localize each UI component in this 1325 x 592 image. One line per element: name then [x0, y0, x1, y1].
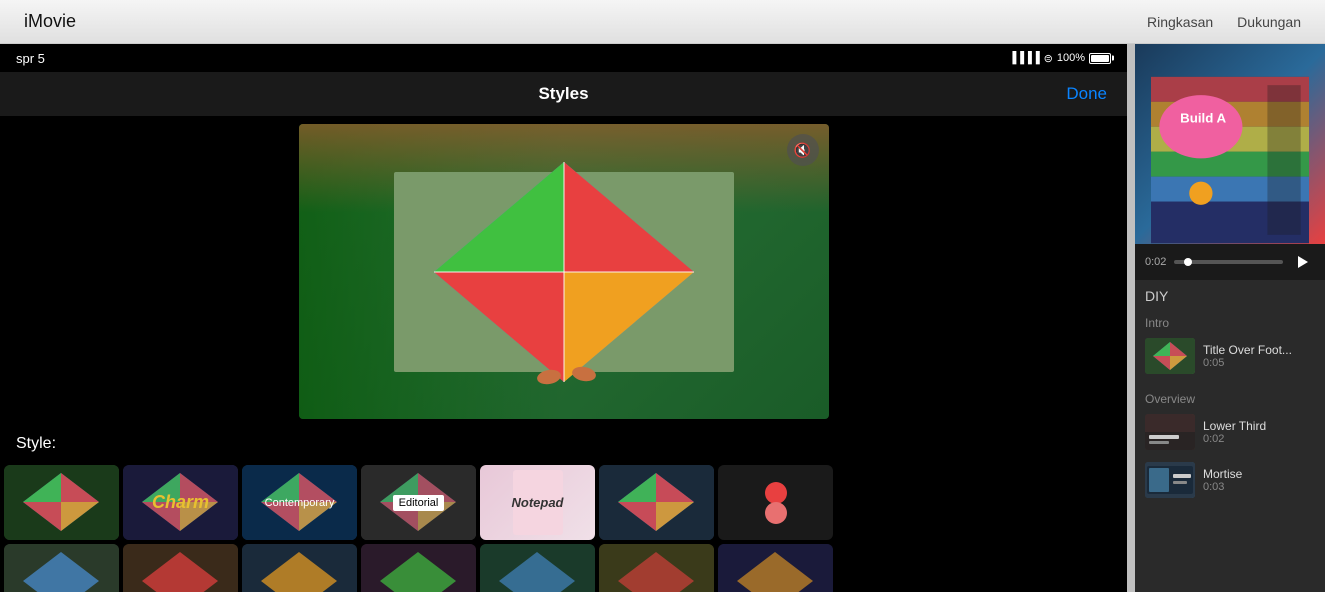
- editorial-label: Editorial: [393, 495, 445, 511]
- thumb-bg-playful: [718, 465, 833, 540]
- main-content: spr 5 ▐▐▐▐ ⊜ 100% Styles Done: [0, 44, 1325, 592]
- mortise-duration: 0:03: [1203, 481, 1315, 493]
- sidebar-overview-section: Overview Lower Third 0:02: [1135, 384, 1325, 508]
- style-thumb-row2-6[interactable]: [599, 544, 714, 592]
- style-thumb-charm[interactable]: Charm: [123, 465, 238, 540]
- style-thumb-playful[interactable]: [718, 465, 833, 540]
- notepad-label: Notepad: [512, 495, 564, 510]
- style-thumb-simple[interactable]: [599, 465, 714, 540]
- mute-icon: 🔇: [794, 142, 811, 159]
- sidebar-thumb-lower: [1145, 414, 1195, 450]
- style-thumb-notepad[interactable]: Notepad: [480, 465, 595, 540]
- status-bar: spr 5 ▐▐▐▐ ⊜ 100%: [0, 44, 1127, 72]
- top-nav: Ringkasan Dukungan: [1147, 14, 1301, 30]
- right-sidebar: Build A 0:02 DIY Intro: [1135, 44, 1325, 592]
- thumb-bg-charm: Charm: [123, 465, 238, 540]
- style-thumb-row2-7[interactable]: [718, 544, 833, 592]
- kite-container: [299, 124, 829, 419]
- lower-third-duration: 0:02: [1203, 433, 1315, 445]
- intro-section-title: Intro: [1135, 312, 1325, 332]
- thumb-svg-lower: [1145, 414, 1195, 450]
- playful-dot-2: [765, 502, 787, 524]
- thumb-row2-kite-6: [599, 544, 714, 592]
- thumb-bg-editorial: Editorial: [361, 465, 476, 540]
- sidebar-item-info-mortise: Mortise 0:03: [1203, 467, 1315, 493]
- thumbnails-row-1: Charm Contemporary: [0, 465, 1127, 540]
- nav-title: Styles: [538, 84, 588, 104]
- sidebar-preview-img: Build A: [1135, 44, 1325, 244]
- sidebar-preview-svg: Build A: [1151, 60, 1309, 260]
- timeline-bar[interactable]: [1174, 260, 1283, 264]
- style-thumb-row2-1[interactable]: [4, 544, 119, 592]
- video-preview: 🔇: [0, 116, 1127, 427]
- battery-icon: [1089, 53, 1111, 64]
- thumb-row2-kite-1: [4, 544, 119, 592]
- sidebar-item-mortise[interactable]: Mortise 0:03: [1135, 456, 1325, 504]
- thumb-row2-kite-7: [718, 544, 833, 592]
- style-thumb-row2-4[interactable]: [361, 544, 476, 592]
- thumbnails-section: Charm Contemporary: [0, 461, 1127, 592]
- app-nav-bar: Styles Done: [0, 72, 1127, 116]
- wifi-icon: ⊜: [1044, 52, 1053, 65]
- thumb-kite-none: [4, 465, 119, 540]
- thumb-kite-simple: [599, 465, 714, 540]
- battery-percent: 100%: [1057, 52, 1085, 64]
- thumbnails-row-2: [0, 540, 1127, 592]
- sidebar-intro-section: Intro Title Over Foot... 0:05: [1135, 308, 1325, 384]
- timeline-playhead: [1184, 258, 1192, 266]
- thumb-bg-simple: [599, 465, 714, 540]
- lower-third-title: Lower Third: [1203, 419, 1315, 433]
- thumb-bg-notepad: Notepad: [480, 465, 595, 540]
- svg-text:Build A: Build A: [1180, 111, 1226, 126]
- separator: [1127, 44, 1135, 592]
- top-bar: iMovie Ringkasan Dukungan: [0, 0, 1325, 44]
- sidebar-item-title-label: Title Over Foot...: [1203, 343, 1315, 357]
- sidebar-item-info-intro: Title Over Foot... 0:05: [1203, 343, 1315, 369]
- style-label: Style:: [16, 435, 56, 452]
- done-button[interactable]: Done: [1066, 84, 1107, 104]
- mortise-title: Mortise: [1203, 467, 1315, 481]
- style-thumb-none[interactable]: [4, 465, 119, 540]
- thumb-row2-kite-2: [123, 544, 238, 592]
- sidebar-thumb-mortise: [1145, 462, 1195, 498]
- playful-dot-1: [765, 482, 787, 504]
- style-label-bar: Style:: [0, 427, 1127, 461]
- overview-section-title: Overview: [1135, 388, 1325, 408]
- battery-fill: [1091, 55, 1109, 62]
- video-frame-inner: [299, 124, 829, 419]
- contemporary-label: Contemporary: [265, 497, 335, 509]
- sidebar-preview: Build A: [1135, 44, 1325, 244]
- status-bar-right: ▐▐▐▐ ⊜ 100%: [1008, 52, 1111, 65]
- style-thumb-row2-2[interactable]: [123, 544, 238, 592]
- diy-section-title: DIY: [1135, 280, 1325, 308]
- sidebar-thumb-intro: [1145, 338, 1195, 374]
- thumb-row2-kite-4: [361, 544, 476, 592]
- status-time: spr 5: [16, 51, 45, 66]
- style-thumb-row2-5[interactable]: [480, 544, 595, 592]
- thumb-svg-intro: [1145, 338, 1195, 374]
- style-thumb-row2-3[interactable]: [242, 544, 357, 592]
- app-title: iMovie: [24, 11, 76, 32]
- sidebar-item-info-lower: Lower Third 0:02: [1203, 419, 1315, 445]
- sidebar-item-title-over-foot[interactable]: Title Over Foot... 0:05: [1135, 332, 1325, 380]
- thumb-bg-contemporary: Contemporary: [242, 465, 357, 540]
- thumb-row2-kite-3: [242, 544, 357, 592]
- thumb-row2-kite-5: [480, 544, 595, 592]
- signal-bars-icon: ▐▐▐▐: [1008, 52, 1039, 64]
- video-frame: 🔇: [299, 124, 829, 419]
- kite-svg: [394, 142, 734, 402]
- style-thumb-contemporary[interactable]: Contemporary: [242, 465, 357, 540]
- nav-dukungan[interactable]: Dukungan: [1237, 14, 1301, 30]
- simulator-area: spr 5 ▐▐▐▐ ⊜ 100% Styles Done: [0, 44, 1127, 592]
- sidebar-item-duration-intro: 0:05: [1203, 357, 1315, 369]
- nav-ringkasan[interactable]: Ringkasan: [1147, 14, 1213, 30]
- style-thumb-editorial[interactable]: Editorial: [361, 465, 476, 540]
- mute-button[interactable]: 🔇: [787, 134, 819, 166]
- charm-label: Charm: [152, 492, 209, 513]
- thumb-svg-mortise: [1145, 462, 1195, 498]
- sidebar-item-lower-third[interactable]: Lower Third 0:02: [1135, 408, 1325, 456]
- thumb-bg-none: [4, 465, 119, 540]
